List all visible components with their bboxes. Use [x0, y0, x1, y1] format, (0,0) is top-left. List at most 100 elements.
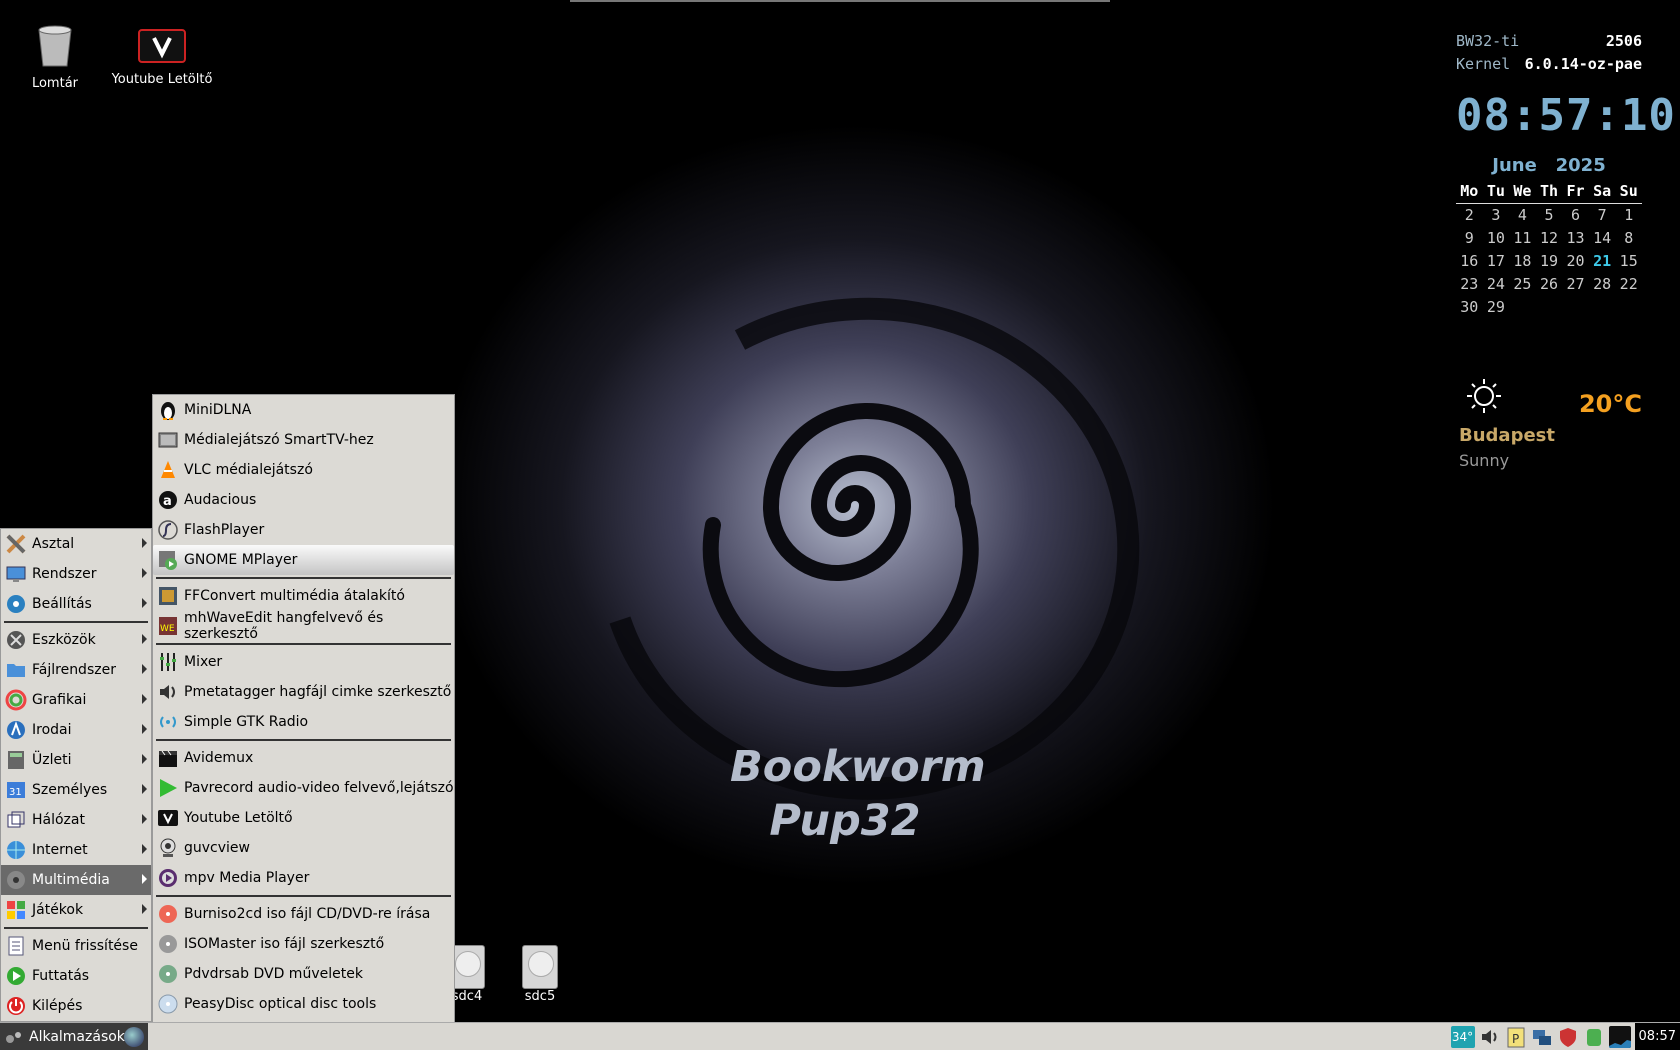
menu-item-calendar[interactable]: 31 Személyes: [1, 775, 151, 805]
menu-item-games[interactable]: Játékok: [1, 895, 151, 925]
network-icon[interactable]: [1531, 1026, 1553, 1048]
calendar-day: 16: [1460, 252, 1479, 270]
kernel-row: Kernel 6.0.14-oz-pae: [1456, 53, 1642, 76]
submenu-item-label: Pmetatagger hagfájl cimke szerkesztő: [184, 684, 452, 700]
save-session-icon[interactable]: [1583, 1026, 1605, 1048]
calendar-year: 2025: [1555, 155, 1606, 176]
submenu-arrow-icon: [142, 874, 147, 884]
menu-item-label: Irodai: [32, 722, 72, 738]
submenu-item-mpv[interactable]: mpv Media Player: [153, 863, 454, 893]
calendar-day: 11: [1513, 229, 1532, 247]
submenu-arrow-icon: [142, 694, 147, 704]
submenu-item-flash[interactable]: FlashPlayer: [153, 515, 454, 545]
menu-item-monitor[interactable]: Rendszer: [1, 559, 151, 589]
menu-item-multimedia[interactable]: Multimédia: [1, 865, 151, 895]
drive-sdc5[interactable]: sdc5: [510, 945, 570, 1004]
submenu-item-label: Avidemux: [184, 750, 254, 766]
clapperboard-icon: [157, 747, 179, 769]
menu-item-label: Rendszer: [32, 566, 97, 582]
submenu-item-clapperboard[interactable]: Avidemux: [153, 743, 454, 773]
calendar-day: 2: [1464, 206, 1474, 224]
submenu-item-ffconvert[interactable]: FFConvert multimédia átalakító: [153, 581, 454, 611]
calendar-day: 20: [1566, 252, 1585, 270]
firewall-shield-icon[interactable]: [1557, 1026, 1579, 1048]
submenu-item-tv[interactable]: Médialejátszó SmartTV-hez: [153, 425, 454, 455]
submenu-item-play-triangle[interactable]: Pavrecord audio-video felvevő,lejátszó: [153, 773, 454, 803]
desktop-icon-youtube-downloader[interactable]: Youtube Letöltő: [107, 28, 217, 87]
submenu-arrow-icon: [142, 724, 147, 734]
clipboard-icon[interactable]: P: [1505, 1026, 1527, 1048]
submenu-item-wave-edit[interactable]: WE mhWaveEdit hangfelvevő és szerkesztő: [153, 610, 454, 642]
flash-icon: [157, 519, 179, 541]
submenu-item-label: mhWaveEdit hangfelvevő és szerkesztő: [184, 610, 384, 642]
calendar-day: 8: [1624, 229, 1634, 247]
submenu-item-tux[interactable]: MiniDLNA: [153, 395, 454, 425]
menu-item-power[interactable]: Kilépés: [1, 991, 151, 1021]
menu-item-folder[interactable]: Fájlrendszer: [1, 655, 151, 685]
cpu-temp-indicator[interactable]: 34°: [1450, 1025, 1475, 1048]
menu-item-run[interactable]: Futtatás: [1, 961, 151, 991]
gnome-mplayer-icon: [157, 549, 179, 571]
submenu-item-webcam[interactable]: guvcview: [153, 833, 454, 863]
menu-item-label: Hálózat: [32, 812, 85, 828]
play-triangle-icon: [157, 777, 179, 799]
wallpaper-line-2: Pup32: [769, 796, 921, 846]
calendar-day: 9: [1464, 229, 1474, 247]
calendar-day: 29: [1486, 298, 1505, 316]
submenu-item-vlc-cone[interactable]: VLC médialejátszó: [153, 455, 454, 485]
calendar-day: 22: [1619, 275, 1638, 293]
calendar-day: 10: [1486, 229, 1505, 247]
youtube-downloader-icon: [157, 807, 179, 829]
submenu-item-label: Burniso2cd iso fájl CD/DVD-re írása: [184, 906, 431, 922]
optical-disc-icon: [157, 993, 179, 1015]
menu-item-label: Személyes: [32, 782, 108, 798]
taskbar-clock[interactable]: 08:57: [1634, 1023, 1680, 1050]
menu-item-calculator[interactable]: Üzleti: [1, 745, 151, 775]
submenu-arrow-icon: [142, 598, 147, 608]
menu-item-label: Futtatás: [32, 968, 90, 984]
submenu-item-youtube-downloader[interactable]: Youtube Letöltő: [153, 803, 454, 833]
menu-item-graphics[interactable]: Grafikai: [1, 685, 151, 715]
globe-icon[interactable]: [124, 1027, 144, 1047]
submenu-item-optical-disc[interactable]: PeasyDisc optical disc tools: [153, 989, 454, 1019]
menu-item-label: Menü frissítése: [32, 938, 138, 954]
submenu-item-mixer[interactable]: Mixer: [153, 647, 454, 677]
submenu-item-burn-disc[interactable]: Burniso2cd iso fájl CD/DVD-re írása: [153, 899, 454, 929]
submenu-item-radio[interactable]: Simple GTK Radio: [153, 707, 454, 737]
submenu-item-label: Simple GTK Radio: [184, 714, 309, 730]
volume-icon[interactable]: [1479, 1026, 1501, 1048]
menu-item-desktop-x[interactable]: Asztal: [1, 529, 151, 559]
cpu-graph-icon[interactable]: [1608, 1025, 1631, 1048]
submenu-item-speaker[interactable]: Pmetatagger hagfájl cimke szerkesztő: [153, 677, 454, 707]
calendar-day: 1: [1624, 206, 1634, 224]
menu-item-network[interactable]: Hálózat: [1, 805, 151, 835]
calendar-grid: Mo Tu We Th Fr Sa Su 2 3 4 5 6 7 1 9 10 11 12 13 14 8 16 17 18 1…: [1456, 180, 1642, 319]
calendar-day: 7: [1597, 206, 1607, 224]
submenu-item-audacious[interactable]: a Audacious: [153, 485, 454, 515]
kernel-value: 6.0.14-oz-pae: [1524, 55, 1642, 73]
submenu-item-gnome-mplayer[interactable]: GNOME MPlayer: [153, 545, 454, 575]
menu-item-office[interactable]: Irodai: [1, 715, 151, 745]
calendar-day: 18: [1513, 252, 1532, 270]
drive-label: sdc4: [451, 989, 483, 1004]
desktop-icon-trash[interactable]: Lomtár: [0, 24, 110, 91]
menu-item-label: Grafikai: [32, 692, 87, 708]
menu-item-globe[interactable]: Internet: [1, 835, 151, 865]
games-icon: [5, 899, 27, 921]
host-row: BW32-ti 2506: [1456, 30, 1642, 53]
menu-item-tools[interactable]: Eszközök: [1, 625, 151, 655]
menu-item-settings[interactable]: Beállítás: [1, 589, 151, 619]
calendar-day: 26: [1539, 275, 1559, 293]
calendar-day: 14: [1593, 229, 1612, 247]
submenu-item-disc[interactable]: ISOMaster iso fájl szerkesztő: [153, 929, 454, 959]
submenu-item-label: Youtube Letöltő: [184, 810, 293, 826]
submenu-arrow-icon: [142, 664, 147, 674]
submenu-item-dvd[interactable]: Pdvdrsab DVD műveletek: [153, 959, 454, 989]
menu-item-refresh-menu[interactable]: Menü frissítése: [1, 931, 151, 961]
calendar-day: 25: [1513, 275, 1532, 293]
submenu-item-label: MiniDLNA: [184, 402, 252, 418]
host-value: 2506: [1605, 32, 1642, 50]
weather-temperature: 20°C: [1578, 390, 1642, 418]
submenu-item-label: guvcview: [184, 840, 250, 856]
start-label: Alkalmazások: [29, 1028, 125, 1045]
